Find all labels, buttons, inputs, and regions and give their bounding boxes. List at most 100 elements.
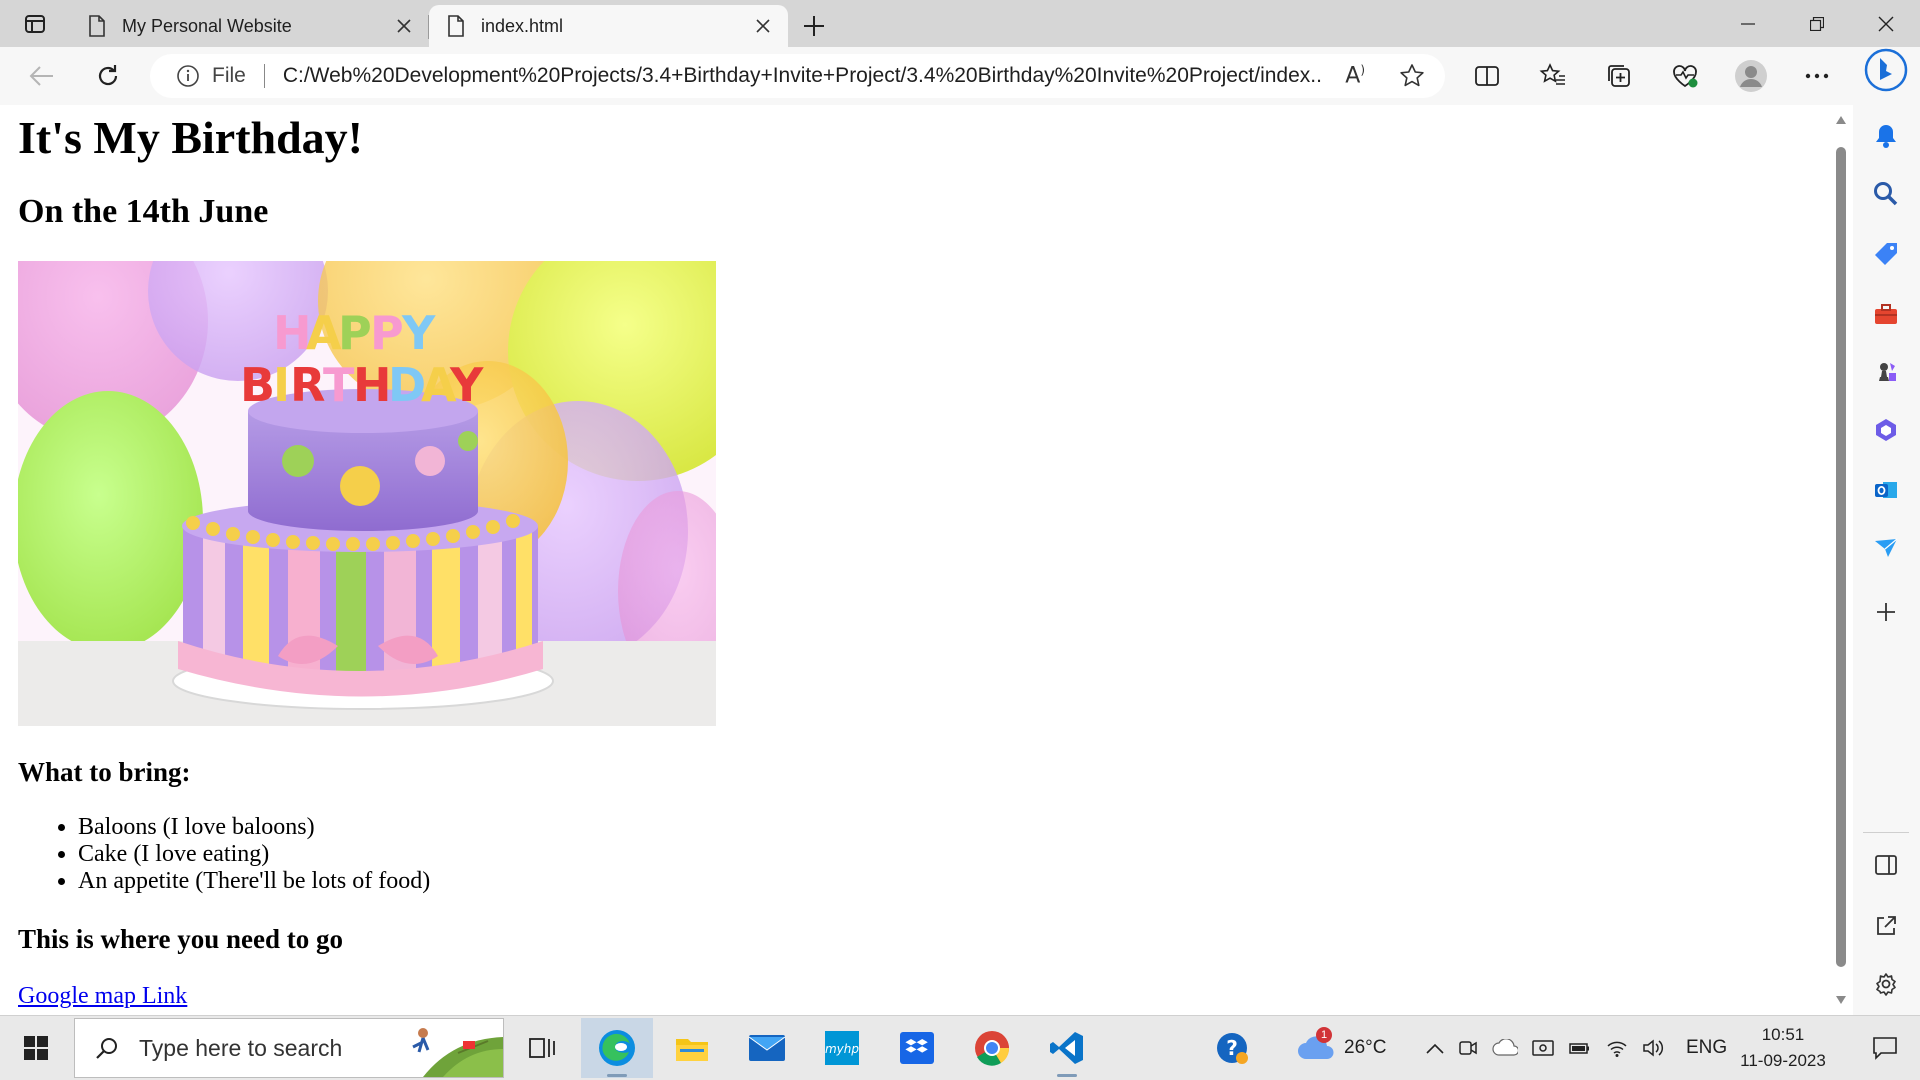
notification-icon bbox=[1873, 1037, 1897, 1060]
scroll-thumb[interactable] bbox=[1836, 147, 1846, 967]
taskbar-search-box[interactable]: Type here to search bbox=[74, 1018, 504, 1078]
tab-actions-icon bbox=[25, 14, 45, 33]
close-tab-icon[interactable] bbox=[393, 15, 415, 37]
search-button[interactable] bbox=[1863, 171, 1909, 217]
back-button[interactable] bbox=[20, 54, 64, 98]
bing-copilot-button[interactable] bbox=[1863, 47, 1909, 93]
window-controls bbox=[1713, 0, 1920, 47]
gear-icon bbox=[1876, 973, 1896, 996]
open-external-button[interactable] bbox=[1863, 903, 1909, 949]
birthday-cake-image: HAPPY BIRTHDAY bbox=[18, 261, 716, 726]
outlook-button[interactable] bbox=[1863, 467, 1909, 513]
close-tab-icon[interactable] bbox=[752, 15, 774, 37]
tab-actions-button[interactable] bbox=[0, 0, 70, 47]
close-window-button[interactable] bbox=[1851, 0, 1920, 47]
start-button[interactable] bbox=[0, 1016, 72, 1080]
minimize-button[interactable] bbox=[1713, 0, 1782, 47]
bring-section-title: What to bring: bbox=[18, 757, 191, 787]
microsoft-365-button[interactable] bbox=[1863, 407, 1909, 453]
svg-text:P: P bbox=[370, 306, 404, 360]
collections-button[interactable] bbox=[1594, 51, 1644, 101]
taskbar-file-explorer[interactable] bbox=[656, 1018, 728, 1078]
search-icon bbox=[1874, 182, 1898, 206]
battery-icon[interactable] bbox=[1568, 1039, 1592, 1057]
new-tab-button[interactable] bbox=[788, 5, 840, 47]
notifications-button[interactable] bbox=[1863, 113, 1909, 159]
split-screen-button[interactable] bbox=[1462, 51, 1512, 101]
shopping-button[interactable] bbox=[1863, 231, 1909, 277]
help-icon[interactable]: ? bbox=[1214, 1030, 1250, 1066]
sidebar-settings-button[interactable] bbox=[1863, 961, 1909, 1007]
page-icon bbox=[448, 15, 464, 37]
task-view-button[interactable] bbox=[506, 1018, 578, 1078]
outlook-icon bbox=[1875, 482, 1897, 498]
collections-icon bbox=[1608, 65, 1630, 87]
svg-text:H: H bbox=[353, 358, 392, 412]
windows-taskbar: Type here to search myhp ? 1 26°C ENG 10… bbox=[0, 1015, 1920, 1080]
myhp-icon: myhp bbox=[825, 1031, 859, 1065]
svg-text:I: I bbox=[273, 358, 290, 412]
meet-now-icon[interactable] bbox=[1458, 1038, 1478, 1058]
add-sidebar-app-button[interactable] bbox=[1863, 589, 1909, 635]
page-scrollbar[interactable] bbox=[1829, 105, 1853, 1015]
tray-icons: ENG bbox=[1426, 1016, 1727, 1080]
settings-more-button[interactable] bbox=[1792, 51, 1842, 101]
page-content: It's My Birthday! On the 14th June H A P… bbox=[0, 110, 1853, 1010]
url-text[interactable]: C:/Web%20Development%20Projects/3.4+Birt… bbox=[283, 64, 1323, 88]
search-highlight-image bbox=[403, 1019, 503, 1077]
chess-icon bbox=[1879, 363, 1896, 381]
directions-title: This is where you need to go bbox=[18, 924, 344, 954]
hide-sidebar-button[interactable] bbox=[1863, 842, 1909, 888]
games-button[interactable] bbox=[1863, 349, 1909, 395]
info-icon[interactable] bbox=[176, 64, 200, 88]
taskbar-myhp[interactable]: myhp bbox=[806, 1018, 878, 1078]
taskbar-vscode[interactable] bbox=[1031, 1018, 1103, 1078]
weather-widget[interactable]: 1 26°C bbox=[1296, 1027, 1386, 1061]
tools-button[interactable] bbox=[1863, 291, 1909, 337]
taskbar-edge[interactable] bbox=[581, 1018, 653, 1078]
taskbar-dropbox[interactable] bbox=[881, 1018, 953, 1078]
tab-my-personal-website[interactable]: My Personal Website bbox=[70, 5, 429, 47]
send-icon bbox=[1875, 538, 1898, 557]
refresh-button[interactable] bbox=[86, 54, 130, 98]
address-separator bbox=[263, 64, 265, 88]
edge-icon bbox=[599, 1030, 635, 1066]
google-map-link[interactable]: Google map Link bbox=[18, 983, 187, 1010]
cake-illustration: HAPPY BI RTHDAY bbox=[18, 261, 716, 726]
windows-logo-icon bbox=[24, 1036, 48, 1060]
onedrive-icon[interactable] bbox=[1492, 1039, 1518, 1057]
taskbar-chrome[interactable] bbox=[956, 1018, 1028, 1078]
screen-capture-icon[interactable] bbox=[1532, 1038, 1554, 1058]
tab-strip: My Personal Website index.html bbox=[0, 0, 1920, 47]
heart-pulse-icon bbox=[1673, 65, 1698, 88]
svg-text:myhp: myhp bbox=[825, 1042, 859, 1056]
language-indicator[interactable]: ENG bbox=[1686, 1037, 1727, 1059]
more-icon bbox=[1805, 73, 1829, 79]
favorite-star-icon[interactable] bbox=[1399, 63, 1425, 89]
tab-title: index.html bbox=[481, 15, 564, 36]
wifi-icon[interactable] bbox=[1606, 1038, 1628, 1058]
drop-button[interactable] bbox=[1863, 525, 1909, 571]
action-center-button[interactable] bbox=[1850, 1016, 1920, 1080]
profile-button[interactable] bbox=[1726, 51, 1776, 101]
taskbar-clock[interactable]: 10:51 11-09-2023 bbox=[1733, 1022, 1833, 1074]
read-aloud-icon[interactable]: A) bbox=[1345, 63, 1365, 88]
volume-icon[interactable] bbox=[1642, 1038, 1664, 1058]
taskbar-mail[interactable] bbox=[731, 1018, 803, 1078]
list-item: An appetite (There'll be lots of food) bbox=[78, 868, 1835, 895]
address-bar[interactable]: File C:/Web%20Development%20Projects/3.4… bbox=[150, 54, 1445, 98]
chevron-up-icon[interactable] bbox=[1426, 1042, 1444, 1054]
browser-essentials-button[interactable] bbox=[1660, 51, 1710, 101]
browser-toolbar-right bbox=[1462, 51, 1842, 101]
weather-badge: 1 bbox=[1316, 1027, 1332, 1043]
refresh-icon bbox=[98, 65, 118, 86]
tab-index-html[interactable]: index.html bbox=[429, 5, 788, 47]
scroll-down-icon[interactable] bbox=[1835, 995, 1847, 1005]
restore-button[interactable] bbox=[1782, 0, 1851, 47]
svg-text:R: R bbox=[290, 358, 325, 412]
svg-text:T: T bbox=[323, 358, 355, 412]
minimize-icon bbox=[1740, 22, 1755, 25]
scroll-up-icon[interactable] bbox=[1835, 115, 1847, 125]
svg-text:Y: Y bbox=[449, 358, 484, 412]
favorites-button[interactable] bbox=[1528, 51, 1578, 101]
